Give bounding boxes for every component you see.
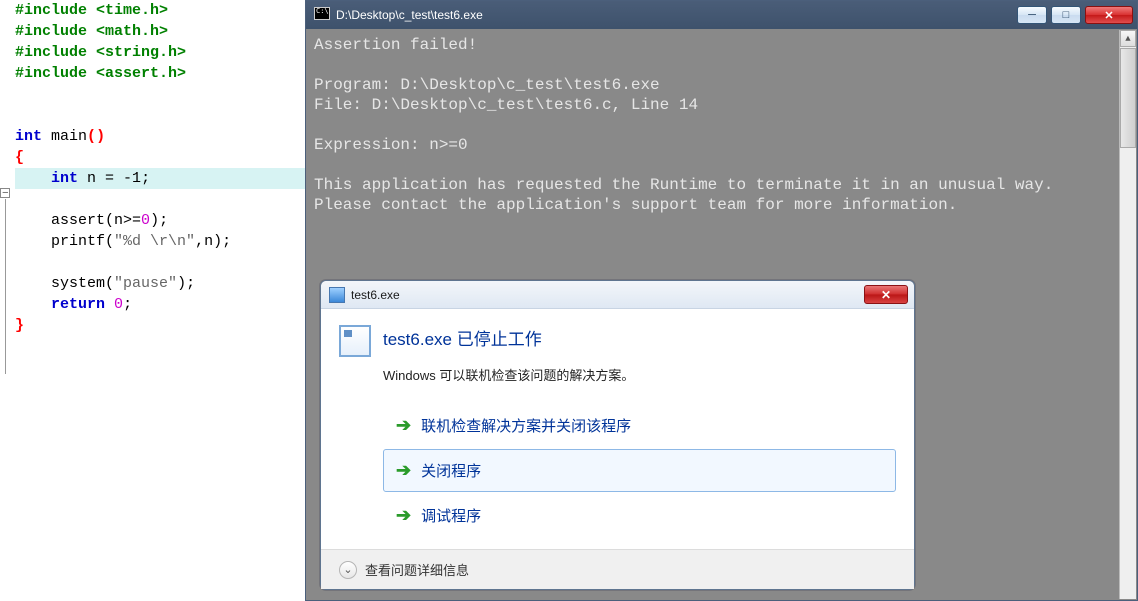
current-line-highlight: int n = -1; — [15, 168, 305, 189]
dialog-title: test6.exe — [351, 288, 864, 302]
dialog-heading-text: test6.exe 已停止工作 — [383, 325, 542, 350]
close: ); — [150, 212, 168, 229]
option-debug-program[interactable]: ➔ 调试程序 — [383, 494, 896, 537]
scroll-thumb[interactable] — [1120, 48, 1136, 148]
brace: { — [15, 149, 24, 166]
dialog-footer[interactable]: ⌄ 查看问题详细信息 — [321, 549, 914, 589]
error-dialog: test6.exe ✕ test6.exe 已停止工作 Windows 可以联机… — [320, 280, 915, 590]
include-line: #include <string.h> — [15, 44, 186, 61]
console-line: Program: D:\Desktop\c_test\test6.exe — [314, 76, 660, 94]
kw-return: return — [51, 296, 105, 313]
arrow-right-icon: ➔ — [396, 505, 411, 526]
semi: ; — [123, 296, 132, 313]
string-lit: "pause" — [114, 275, 177, 292]
paren: ) — [96, 128, 105, 145]
close-button[interactable]: ✕ — [1085, 6, 1133, 24]
application-icon — [339, 325, 371, 357]
fn-assert: assert — [51, 212, 105, 229]
lit: 0 — [141, 212, 150, 229]
scrollbar[interactable]: ▲ — [1119, 30, 1136, 599]
console-title: D:\Desktop\c_test\test6.exe — [336, 8, 1017, 22]
dialog-app-icon — [329, 287, 345, 303]
dialog-subtext: Windows 可以联机检查该问题的解决方案。 — [383, 365, 896, 384]
string-lit: "%d \r\n" — [114, 233, 195, 250]
option-label: 联机检查解决方案并关闭该程序 — [421, 415, 631, 436]
footer-text: 查看问题详细信息 — [365, 560, 469, 579]
console-line: Expression: n>=0 — [314, 136, 468, 154]
fn-printf: printf — [51, 233, 105, 250]
lit: 0 — [114, 296, 123, 313]
console-line: Assertion failed! — [314, 36, 477, 54]
source-code[interactable]: #include <time.h> #include <math.h> #inc… — [15, 0, 305, 336]
kw-int: int — [51, 170, 78, 187]
args: (n>= — [105, 212, 141, 229]
paren: ( — [105, 275, 114, 292]
console-titlebar[interactable]: D:\Desktop\c_test\test6.exe ─ □ ✕ — [306, 1, 1137, 29]
window-buttons: ─ □ ✕ — [1017, 6, 1137, 24]
dialog-heading: test6.exe 已停止工作 — [339, 325, 896, 357]
option-label: 关闭程序 — [421, 460, 481, 481]
console-line: Please contact the application's support… — [314, 196, 957, 214]
fold-guide-line — [5, 199, 6, 374]
var-decl: n = — [78, 170, 123, 187]
dialog-body: test6.exe 已停止工作 Windows 可以联机检查该问题的解决方案。 … — [321, 309, 914, 549]
arrow-right-icon: ➔ — [396, 415, 411, 436]
semi: ; — [141, 170, 150, 187]
maximize-button[interactable]: □ — [1051, 6, 1081, 24]
kw-int: int — [15, 128, 42, 145]
console-line: File: D:\Desktop\c_test\test6.c, Line 14 — [314, 96, 698, 114]
paren: ( — [105, 233, 114, 250]
minimize-button[interactable]: ─ — [1017, 6, 1047, 24]
rest: ,n); — [195, 233, 231, 250]
fn-main: main — [51, 128, 87, 145]
lit: -1 — [123, 170, 141, 187]
arrow-right-icon: ➔ — [396, 460, 411, 481]
console-icon — [314, 7, 330, 23]
dialog-titlebar[interactable]: test6.exe ✕ — [321, 281, 914, 309]
option-close-program[interactable]: ➔ 关闭程序 — [383, 449, 896, 492]
brace: } — [15, 317, 24, 334]
close: ); — [177, 275, 195, 292]
fn-system: system — [51, 275, 105, 292]
dialog-close-button[interactable]: ✕ — [864, 285, 908, 304]
dialog-options: ➔ 联机检查解决方案并关闭该程序 ➔ 关闭程序 ➔ 调试程序 — [383, 404, 896, 537]
code-editor[interactable]: #include <time.h> #include <math.h> #inc… — [0, 0, 305, 601]
option-label: 调试程序 — [421, 505, 481, 526]
include-line: #include <assert.h> — [15, 65, 186, 82]
fold-toggle-icon[interactable] — [0, 188, 10, 198]
paren: ( — [87, 128, 96, 145]
scroll-up-icon[interactable]: ▲ — [1120, 30, 1136, 47]
console-line: This application has requested the Runti… — [314, 176, 1053, 194]
include-line: #include <math.h> — [15, 23, 168, 40]
include-line: #include <time.h> — [15, 2, 168, 19]
option-check-online[interactable]: ➔ 联机检查解决方案并关闭该程序 — [383, 404, 896, 447]
chevron-down-icon[interactable]: ⌄ — [339, 561, 357, 579]
